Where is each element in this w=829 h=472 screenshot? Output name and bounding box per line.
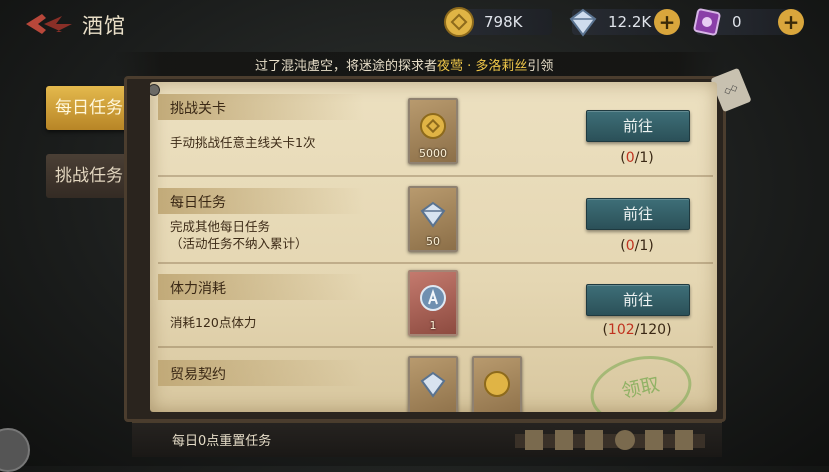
add-premium-gem-button[interactable]: + [778,9,804,35]
diamond-icon [569,8,597,37]
task-description-line2: （活动任务不纳入累计） [170,236,308,251]
back-arrow-icon[interactable] [22,10,76,38]
decorative-counter-icon [515,430,705,450]
marquee-prefix: 过了混沌虚空，将迷途的探求者 [255,59,438,74]
task-progress: (0/1) [620,150,654,166]
task-row: 挑战关卡 手动挑战任意主线关卡1次 5000 前往 (0/1) [158,86,713,166]
premium-gem-counter: 0 + [693,8,804,36]
goto-button[interactable]: 前往 [586,198,690,230]
gold-coin-icon [444,7,474,37]
announcement-marquee: 过了混沌虚空，将迷途的探求者夜莺 · 多洛莉丝引领 [115,52,725,76]
tab-daily-tasks[interactable]: 每日任务 [46,86,132,130]
progress-current: 0 [625,150,635,166]
task-row: 每日任务 完成其他每日任务 （活动任务不纳入累计） 50 前往 (0/1) [158,180,713,260]
reward-item[interactable]: 5000 [408,98,458,164]
reward-count: 50 [426,235,440,248]
stamina-potion-icon [420,285,446,311]
task-title: 每日任务 [170,195,226,211]
task-progress: (102/120) [602,322,672,338]
gold-coin-icon [420,113,446,139]
progress-current: 0 [625,238,635,254]
reward-item[interactable] [408,356,458,412]
diamond-counter: 12.2K + [569,8,680,37]
task-description: 手动挑战任意主线关卡1次 [170,135,316,150]
task-list: 挑战关卡 手动挑战任意主线关卡1次 5000 前往 (0/1) 每日任务 完成其… [150,82,717,412]
diamond-icon [420,371,446,398]
progress-current: 102 [607,322,635,338]
avatar[interactable] [0,428,30,472]
divider [158,175,713,177]
purple-gem-icon [693,8,721,36]
gold-coin-icon [484,371,510,397]
task-description: 消耗120点体力 [170,315,257,330]
task-description-line1: 完成其他每日任务 [170,219,271,234]
divider [158,346,713,348]
reward-item[interactable] [472,356,522,412]
goto-button[interactable]: 前往 [586,110,690,142]
marquee-suffix: 引领 [527,59,554,74]
gold-counter: 798K [444,7,552,37]
marquee-highlight: 夜莺 · 多洛莉丝 [437,59,528,74]
divider [158,262,713,264]
task-title: 挑战关卡 [170,101,226,117]
progress-total: 1 [639,238,649,254]
progress-total: 1 [639,150,649,166]
task-description: 完成其他每日任务 （活动任务不纳入累计） [170,218,308,252]
diamond-value: 12.2K [608,13,652,31]
reward-count: 1 [429,319,437,332]
premium-gem-value: 0 [732,13,742,31]
add-diamond-button[interactable]: + [654,9,680,35]
reset-notice: 每日0点重置任务 [172,434,272,449]
task-title: 体力消耗 [170,281,226,297]
goto-button[interactable]: 前往 [586,284,690,316]
diamond-icon [420,201,446,228]
reward-item[interactable]: 50 [408,186,458,252]
task-progress: (0/1) [620,238,654,254]
page-title: 酒馆 [82,14,126,38]
task-title: 贸易契约 [170,367,226,383]
reward-count: 5000 [419,147,447,160]
reward-item[interactable]: 1 [408,270,458,336]
task-row: 体力消耗 消耗120点体力 1 前往 (102/120) [158,266,713,346]
progress-total: 120 [639,322,667,338]
gold-value: 798K [484,13,523,31]
tab-challenge-tasks[interactable]: 挑战任务 [46,154,132,198]
